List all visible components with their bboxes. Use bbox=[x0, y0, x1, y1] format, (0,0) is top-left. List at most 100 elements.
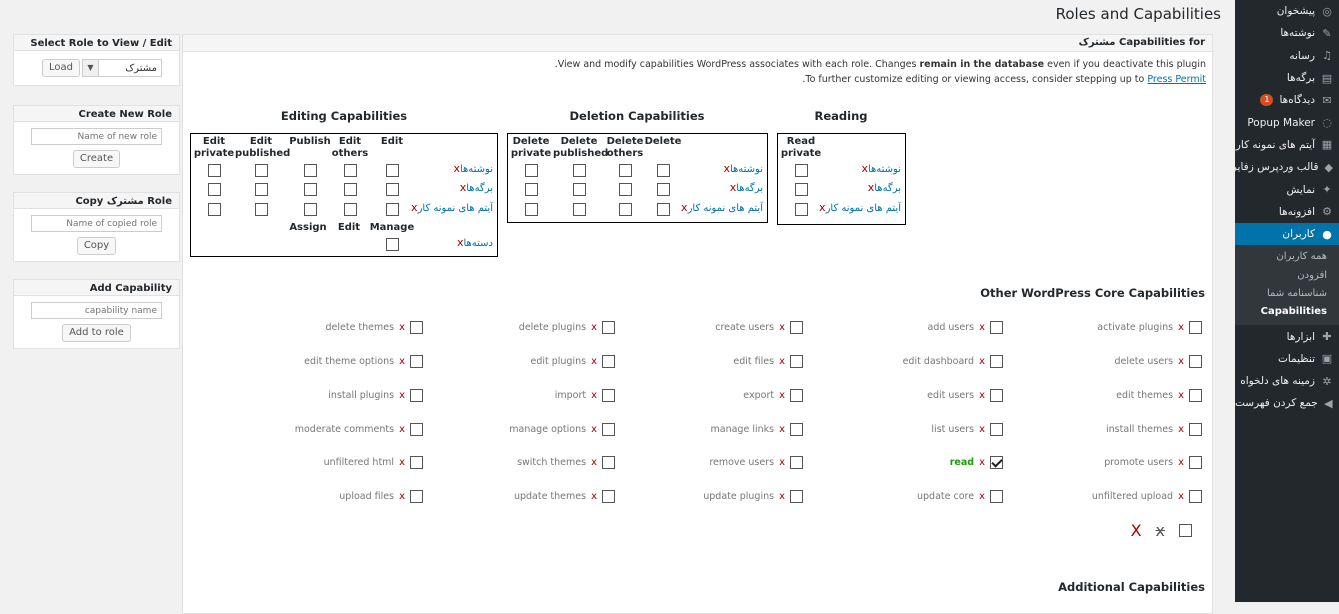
menu-item-a1[interactable]: ✎ نوشته‌ها bbox=[1235, 22, 1339, 44]
core-capability-checkbox[interactable] bbox=[410, 354, 423, 368]
press-permit-link[interactable]: Press Permit bbox=[1147, 74, 1206, 85]
strike-x-icon[interactable]: x bbox=[1156, 521, 1165, 540]
capability-checkbox[interactable] bbox=[657, 183, 670, 196]
remove-x-icon[interactable]: x bbox=[779, 457, 785, 468]
add-to-role-button[interactable]: Add to role bbox=[62, 324, 131, 342]
manage-categories-checkbox[interactable] bbox=[386, 238, 399, 251]
remove-x-icon[interactable]: x bbox=[1178, 322, 1184, 333]
menu-item-a10[interactable]: ● کاربران bbox=[1235, 222, 1339, 246]
capability-checkbox[interactable] bbox=[208, 164, 221, 177]
row-type-link[interactable]: آیتم های نمونه کار bbox=[826, 203, 901, 214]
remove-x-icon[interactable]: x bbox=[591, 390, 597, 401]
menu-item-a2[interactable]: ♫ رسانه bbox=[1235, 45, 1339, 67]
create-button[interactable]: Create bbox=[72, 150, 121, 168]
menu-item-a9[interactable]: ⚙ افزونه‌ها bbox=[1235, 201, 1339, 223]
capability-checkbox[interactable] bbox=[525, 183, 538, 196]
menu-item-b1[interactable]: ▣ تنظیمات bbox=[1235, 348, 1339, 370]
capability-checkbox[interactable] bbox=[304, 203, 317, 216]
capability-checkbox[interactable] bbox=[619, 203, 632, 216]
remove-x-icon[interactable]: x bbox=[779, 356, 785, 367]
core-capability-checkbox[interactable] bbox=[602, 422, 615, 436]
remove-x-icon[interactable]: x bbox=[979, 457, 985, 468]
remove-x-icon[interactable]: x bbox=[591, 491, 597, 502]
remove-x-icon[interactable]: x bbox=[399, 424, 405, 435]
capability-checkbox[interactable] bbox=[795, 183, 808, 196]
core-capability-checkbox[interactable] bbox=[602, 388, 615, 402]
remove-x-icon[interactable]: x bbox=[1178, 424, 1184, 435]
remove-x-icon[interactable]: x bbox=[1178, 390, 1184, 401]
menu-item-a0[interactable]: ◎ پیشخوان bbox=[1235, 0, 1339, 22]
core-capability-checkbox[interactable] bbox=[410, 455, 423, 469]
row-type-link[interactable]: آیتم های نمونه کار bbox=[418, 203, 493, 214]
remove-x-icon[interactable]: x bbox=[979, 390, 985, 401]
core-capability-checkbox[interactable] bbox=[1189, 388, 1202, 402]
capability-checkbox[interactable] bbox=[255, 183, 268, 196]
core-capability-checkbox[interactable] bbox=[1189, 422, 1202, 436]
capability-checkbox[interactable] bbox=[525, 164, 538, 177]
row-type-link[interactable]: نوشته‌ها bbox=[460, 164, 493, 175]
toggle-all-checkbox[interactable] bbox=[1179, 524, 1192, 537]
capability-checkbox[interactable] bbox=[255, 164, 268, 177]
remove-x-icon[interactable]: x bbox=[591, 424, 597, 435]
remove-x-icon[interactable]: x bbox=[979, 322, 985, 333]
core-capability-checkbox[interactable] bbox=[602, 489, 615, 503]
core-capability-checkbox[interactable] bbox=[410, 489, 423, 503]
remove-x-icon[interactable]: x bbox=[979, 491, 985, 502]
core-capability-checkbox[interactable] bbox=[790, 354, 803, 368]
core-capability-checkbox[interactable] bbox=[990, 320, 1003, 334]
remove-x-icon[interactable]: x bbox=[1178, 356, 1184, 367]
core-capability-checkbox[interactable] bbox=[990, 354, 1003, 368]
capability-checkbox[interactable] bbox=[619, 183, 632, 196]
row-type-link[interactable]: نوشته‌ها bbox=[730, 164, 763, 175]
new-role-input[interactable] bbox=[31, 128, 162, 145]
capability-checkbox[interactable] bbox=[208, 183, 221, 196]
core-capability-checkbox[interactable] bbox=[410, 388, 423, 402]
capability-checkbox[interactable] bbox=[304, 164, 317, 177]
core-capability-checkbox[interactable] bbox=[1189, 489, 1202, 503]
remove-x-icon[interactable]: x bbox=[399, 390, 405, 401]
capability-checkbox[interactable] bbox=[304, 183, 317, 196]
taxonomy-link[interactable]: دسته‌ها bbox=[463, 238, 493, 249]
capability-checkbox[interactable] bbox=[573, 203, 586, 216]
core-capability-checkbox[interactable] bbox=[1189, 354, 1202, 368]
capability-checkbox[interactable] bbox=[795, 164, 808, 177]
copy-button[interactable]: Copy bbox=[76, 237, 117, 255]
menu-item-b0[interactable]: ✚ ابزارها bbox=[1235, 325, 1339, 347]
submenu-item[interactable]: شناسنامه شما bbox=[1235, 285, 1339, 303]
remove-x-icon[interactable]: x bbox=[979, 356, 985, 367]
role-select[interactable]: ▼ مشترک bbox=[82, 59, 162, 77]
core-capability-checkbox[interactable] bbox=[602, 455, 615, 469]
row-type-link[interactable]: برگه‌ها bbox=[466, 183, 493, 194]
remove-x-icon[interactable]: x bbox=[399, 457, 405, 468]
remove-x-icon[interactable]: x bbox=[591, 457, 597, 468]
copied-role-input[interactable] bbox=[31, 215, 162, 232]
core-capability-checkbox[interactable] bbox=[1189, 320, 1202, 334]
capability-checkbox[interactable] bbox=[657, 164, 670, 177]
capability-name-input[interactable] bbox=[31, 302, 162, 319]
core-capability-checkbox[interactable] bbox=[990, 489, 1003, 503]
row-type-link[interactable]: برگه‌ها bbox=[736, 183, 763, 194]
chevron-down-icon[interactable]: ▼ bbox=[83, 60, 99, 76]
core-capability-checkbox[interactable] bbox=[790, 422, 803, 436]
core-capability-checkbox[interactable] bbox=[990, 388, 1003, 402]
core-capability-checkbox[interactable] bbox=[790, 320, 803, 334]
remove-x-icon[interactable]: x bbox=[979, 424, 985, 435]
core-capability-checkbox[interactable] bbox=[990, 455, 1003, 469]
core-capability-checkbox[interactable] bbox=[602, 354, 615, 368]
capability-checkbox[interactable] bbox=[344, 183, 357, 196]
core-capability-checkbox[interactable] bbox=[790, 455, 803, 469]
capability-checkbox[interactable] bbox=[573, 183, 586, 196]
core-capability-checkbox[interactable] bbox=[790, 489, 803, 503]
menu-item-b3[interactable]: ◀ جمع کردن فهرست bbox=[1235, 392, 1339, 414]
capability-checkbox[interactable] bbox=[208, 203, 221, 216]
remove-x-icon[interactable]: x bbox=[591, 322, 597, 333]
remove-x-icon[interactable]: x bbox=[399, 322, 405, 333]
load-button[interactable]: Load bbox=[42, 59, 80, 77]
core-capability-checkbox[interactable] bbox=[1189, 455, 1202, 469]
capability-checkbox[interactable] bbox=[525, 203, 538, 216]
menu-item-a7[interactable]: ◆ قالب وردپرس زفایر bbox=[1232, 156, 1339, 178]
remove-x-icon[interactable]: x bbox=[1178, 457, 1184, 468]
core-capability-checkbox[interactable] bbox=[410, 422, 423, 436]
capability-checkbox[interactable] bbox=[386, 203, 399, 216]
submenu-item[interactable]: افزودن bbox=[1235, 267, 1339, 285]
